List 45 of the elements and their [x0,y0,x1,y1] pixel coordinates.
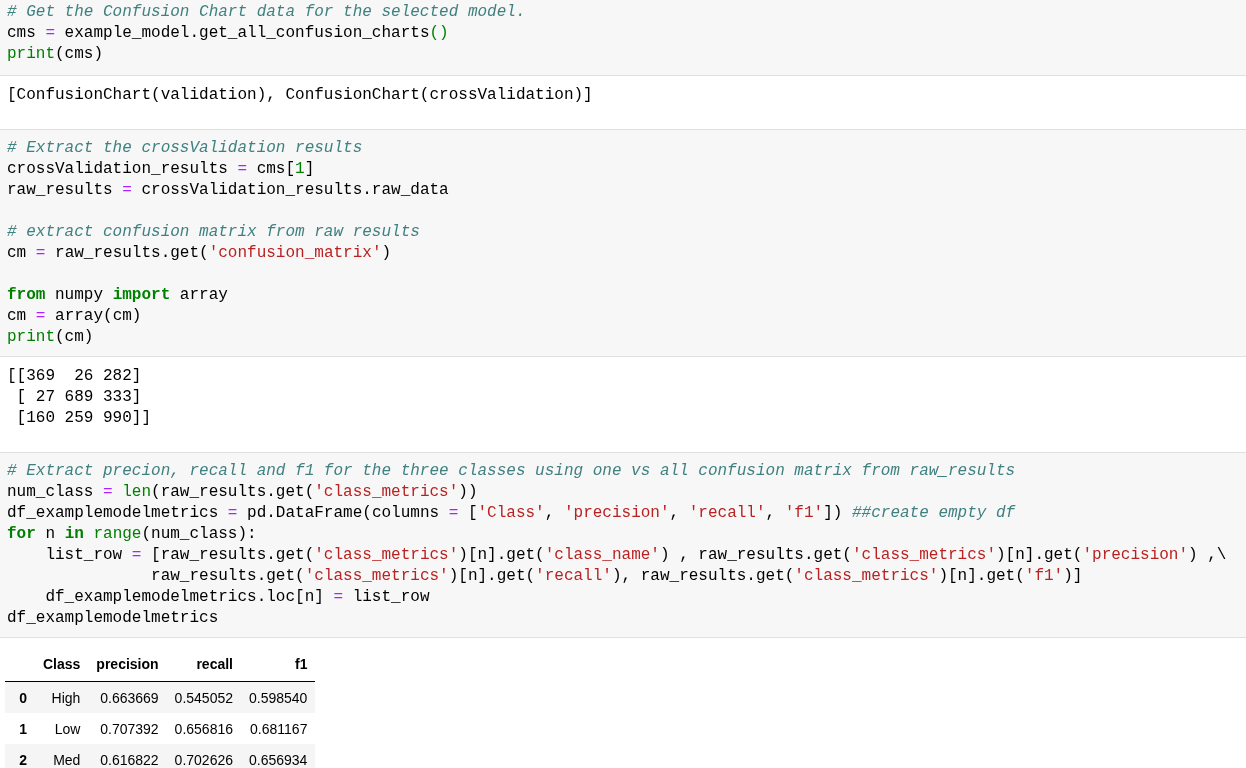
output-line: [ 27 689 333] [15,387,143,408]
code-line: raw_results = crossValidation_results.raw_data [6,180,450,201]
table-cell: 0.598540 [241,681,316,713]
table-cell: High [35,681,89,713]
code-cell[interactable] [0,129,1246,356]
code-line: # Extract precion, recall and f1 for the three classes using one vs all confusion matrix from raw_results [6,461,1017,482]
output-line: [[369 26 282] [6,366,143,387]
code-line: # Extract the crossValidation results [6,138,364,159]
column-header: recall [166,648,241,682]
table-cell: 0.616822 [88,744,167,768]
row-index: 0 [5,681,35,713]
row-index: 1 [5,713,35,744]
code-line: raw_results.get('class_metrics')[n].get('recall'), raw_results.get('class_metrics')[n].get('f1')] [150,566,1084,587]
code-line: df_examplemodelmetrics = pd.DataFrame(columns = ['Class', 'precision', 'recall', 'f1']) ##create empty df [6,503,1017,524]
table-cell: 0.707392 [88,713,167,744]
code-line: crossValidation_results = cms[1] [6,159,316,180]
row-index: 2 [5,744,35,768]
code-line: list_row = [raw_results.get('class_metrics')[n].get('class_name') , raw_results.get('class_metrics')[n].get('precision') ,\ [44,545,1228,566]
code-line: print(cm) [6,327,95,348]
code-line: for n in range(num_class): [6,524,258,545]
table-cell: 0.681167 [241,713,316,744]
column-header: f1 [241,648,316,682]
table-cell: 0.656816 [166,713,241,744]
code-line: cms = example_model.get_all_confusion_charts() [6,23,450,44]
table-cell: 0.656934 [241,744,316,768]
code-line: cm = array(cm) [6,306,143,327]
code-line: print(cms) [6,44,105,65]
table-cell: 0.702626 [166,744,241,768]
column-header: precision [88,648,167,682]
code-cell[interactable]: # Get the Confusion Chart data for the selected model. cms = example_model.get_all_confusion_charts() print(cms) [0,0,1246,75]
code-line: num_class = len(raw_results.get('class_metrics')) [6,482,479,503]
table-cell: 0.663669 [88,681,167,713]
output-line: [160 259 990]] [15,408,153,429]
code-line: cm = raw_results.get('confusion_matrix') [6,243,393,264]
code-line: df_examplemodelmetrics [6,608,220,629]
code-line: df_examplemodelmetrics.loc[n] = list_row [44,587,431,608]
table-cell: Low [35,713,89,744]
output-line: [ConfusionChart(validation), ConfusionChart(crossValidation)] [6,85,594,106]
column-header: Class [35,648,89,682]
code-line: # Get the Confusion Chart data for the selected model. [6,2,527,23]
code-line: # extract confusion matrix from raw results [6,222,421,243]
table-cell: 0.545052 [166,681,241,713]
code-cell[interactable] [0,452,1246,637]
table-cell: Med [35,744,89,768]
code-line: from numpy import array [6,285,229,306]
